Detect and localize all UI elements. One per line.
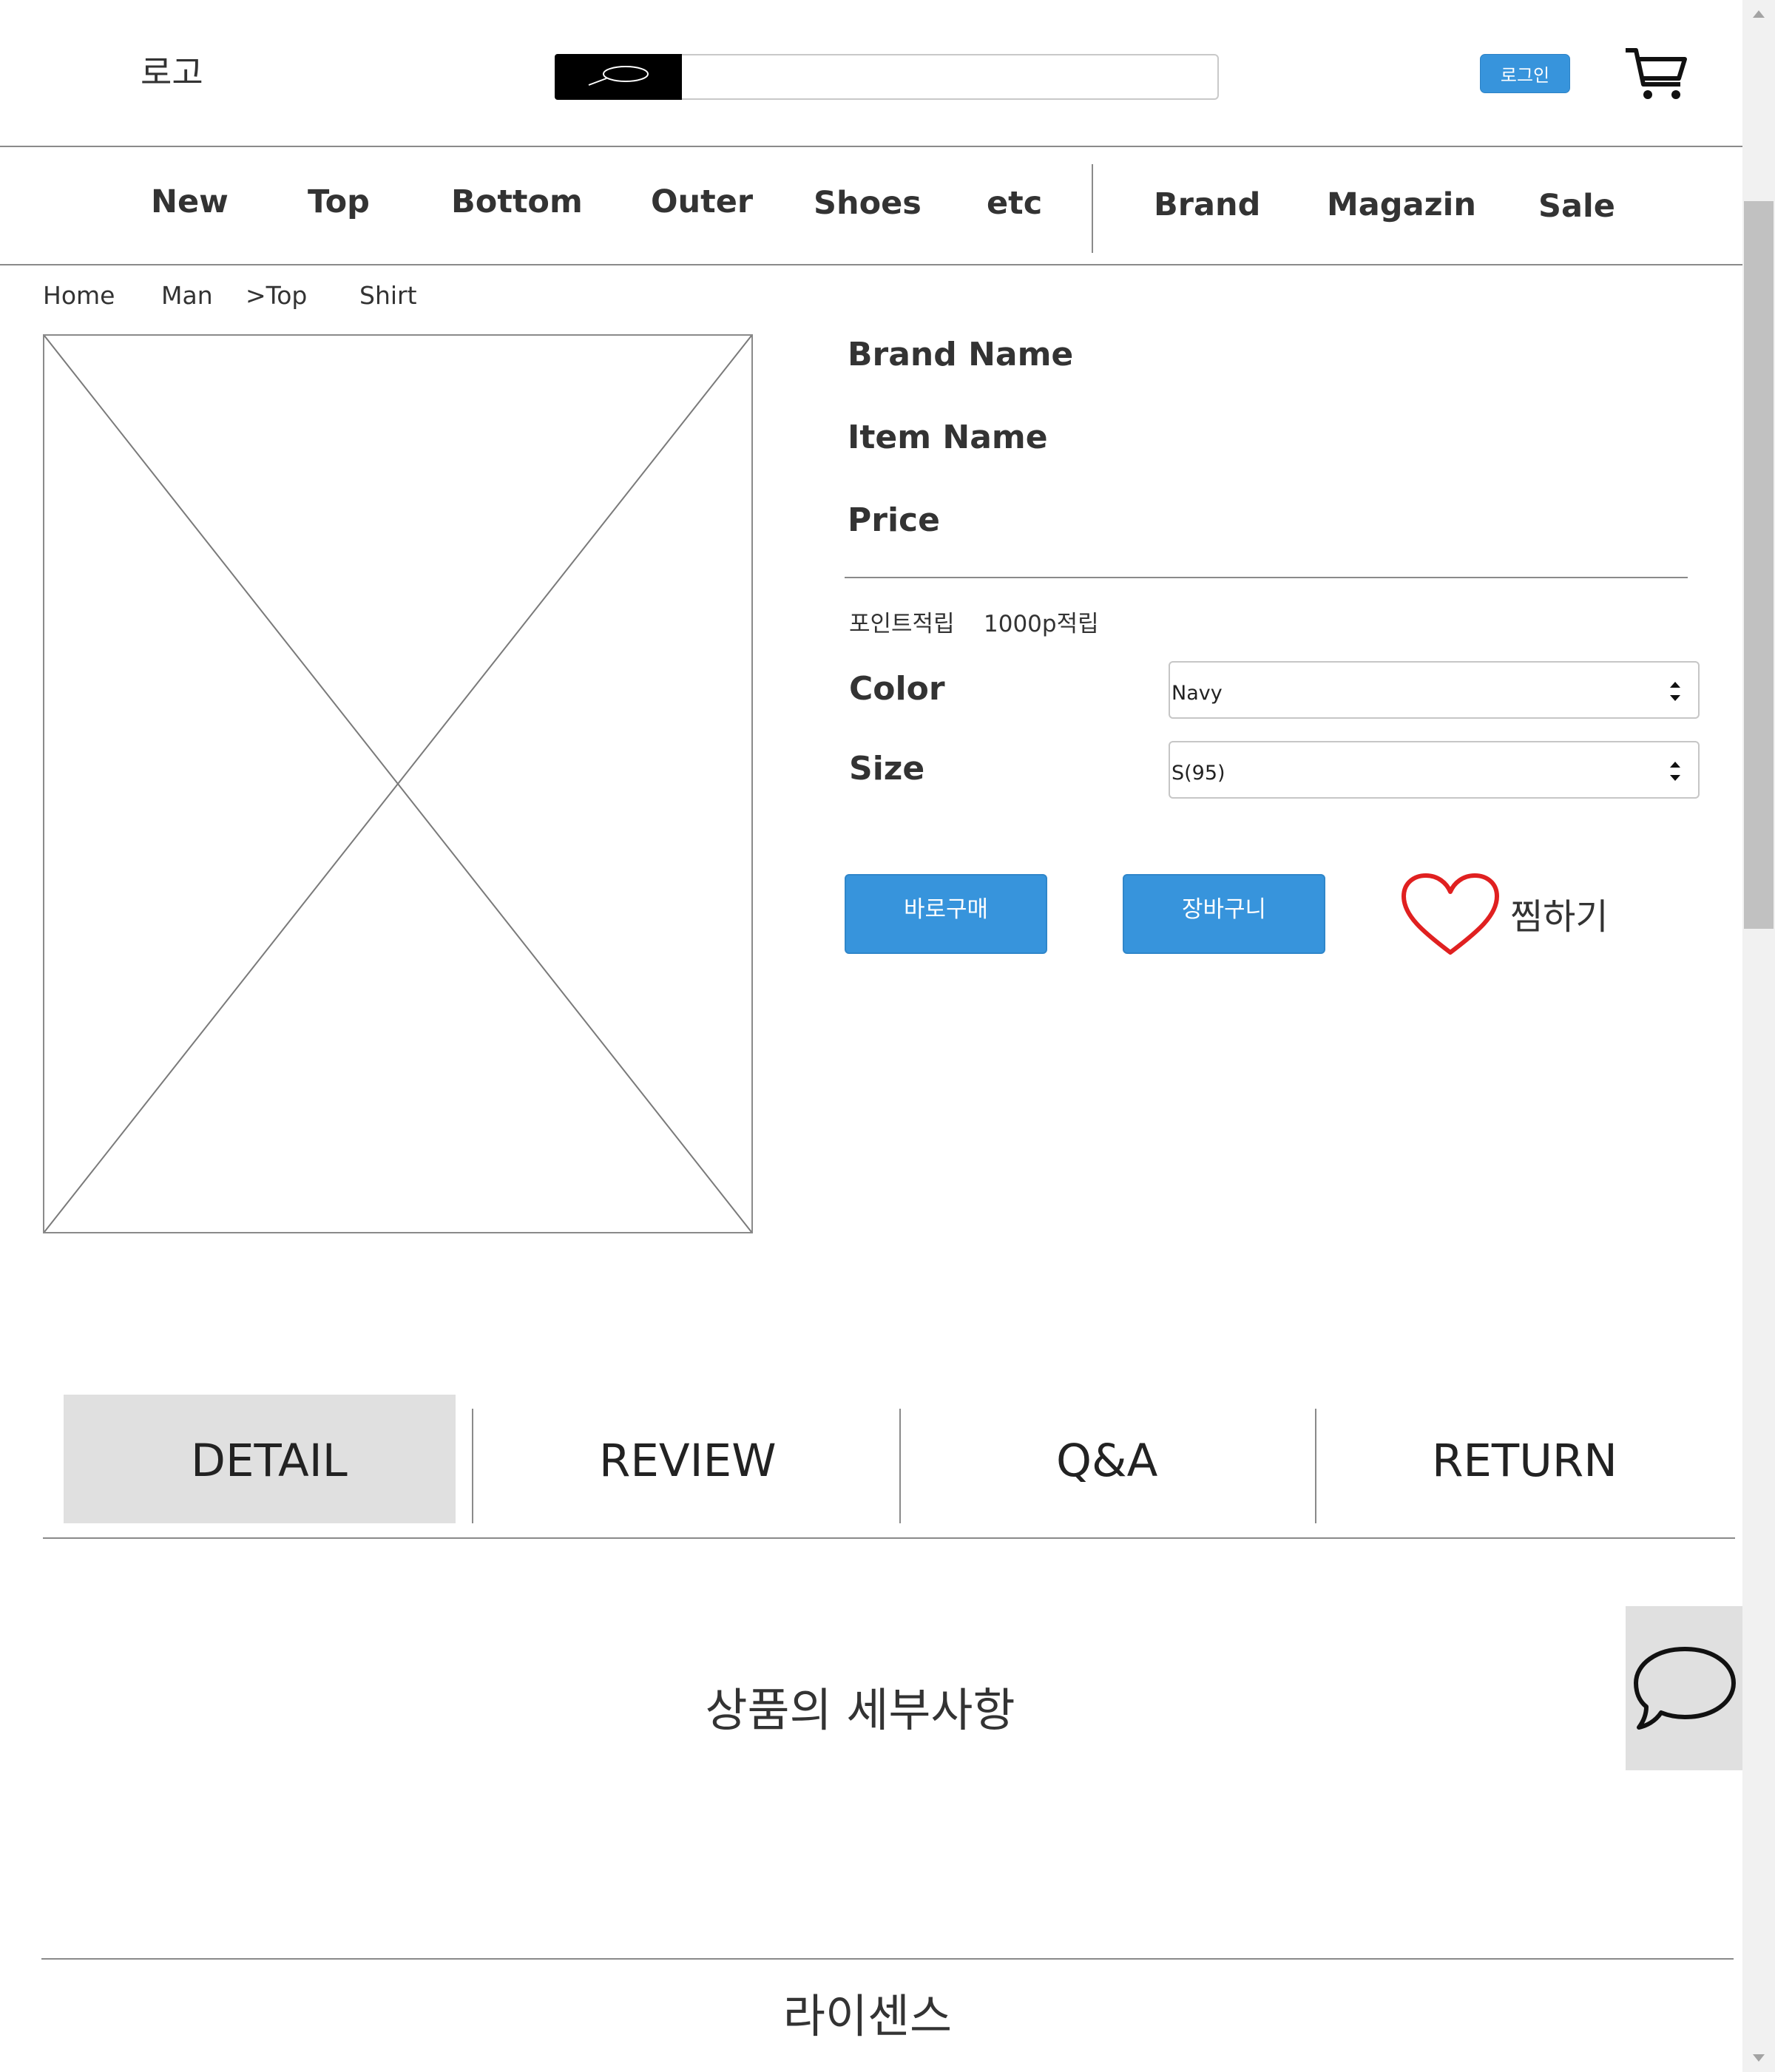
nav-item-magazin[interactable]: Magazin [1327, 186, 1476, 223]
color-select-value: Navy [1172, 682, 1223, 705]
tab-return[interactable]: RETURN [1432, 1435, 1617, 1487]
add-to-cart-button[interactable]: 장바구니 [1123, 874, 1325, 954]
points-value: 1000p적립 [984, 611, 1099, 637]
tab-detail-label[interactable]: DETAIL [191, 1435, 348, 1487]
nav-item-brand[interactable]: Brand [1154, 186, 1260, 223]
search-icon [588, 66, 649, 86]
nav-item-top[interactable]: Top [308, 183, 370, 220]
product-image [43, 334, 753, 1233]
detail-heading: 상품의 세부사항 [705, 1683, 1015, 1737]
nav-item-new[interactable]: New [151, 183, 229, 220]
points-label: 포인트적립 [849, 611, 955, 637]
breadcrumb-man[interactable]: Man [161, 281, 213, 310]
info-divider [845, 577, 1688, 578]
nav-item-bottom[interactable]: Bottom [451, 183, 583, 220]
select-arrows-icon [1670, 682, 1680, 701]
scroll-up-arrow-icon[interactable] [1742, 0, 1775, 30]
item-name: Item Name [848, 419, 1048, 456]
nav-item-outer[interactable]: Outer [651, 183, 753, 220]
logo[interactable]: 로고 [141, 46, 203, 95]
chat-button[interactable] [1626, 1606, 1742, 1770]
login-button[interactable]: 로그인 [1480, 54, 1570, 93]
breadcrumb-shirt[interactable]: Shirt [359, 281, 417, 310]
tab-qa[interactable]: Q&A [1056, 1435, 1157, 1487]
nav-item-sale[interactable]: Sale [1538, 188, 1615, 225]
color-select[interactable]: Navy [1169, 661, 1700, 719]
price: Price [848, 501, 940, 539]
buy-now-button[interactable]: 바로구매 [845, 874, 1047, 954]
header-divider [0, 146, 1742, 147]
nav-divider-bottom [0, 264, 1742, 265]
tab-review[interactable]: REVIEW [599, 1435, 777, 1487]
scroll-down-arrow-icon[interactable] [1742, 2042, 1775, 2072]
nav-divider [1092, 164, 1093, 253]
license-heading: 라이센스 [782, 1989, 953, 2043]
size-select[interactable]: S(95) [1169, 741, 1700, 799]
select-arrows-icon [1670, 762, 1680, 781]
nav-item-etc[interactable]: etc [987, 185, 1042, 222]
wishlist-label[interactable]: 찜하기 [1510, 887, 1608, 939]
scrollbar-thumb[interactable] [1744, 201, 1774, 929]
tabs-divider [43, 1537, 1735, 1539]
chat-bubble-icon [1634, 1647, 1736, 1730]
heart-icon[interactable] [1401, 873, 1500, 957]
nav-item-shoes[interactable]: Shoes [814, 185, 922, 222]
cart-icon[interactable] [1624, 46, 1688, 102]
size-label: Size [849, 750, 925, 788]
size-select-value: S(95) [1172, 762, 1225, 785]
brand-name: Brand Name [848, 336, 1074, 373]
color-label: Color [849, 670, 945, 708]
search-button[interactable] [555, 54, 682, 100]
breadcrumb-top[interactable]: >Top [246, 281, 307, 310]
tab-separator [1315, 1409, 1316, 1523]
section-divider [41, 1958, 1734, 1960]
tab-separator [899, 1409, 901, 1523]
breadcrumb-home[interactable]: Home [43, 281, 115, 310]
tab-separator [472, 1409, 473, 1523]
